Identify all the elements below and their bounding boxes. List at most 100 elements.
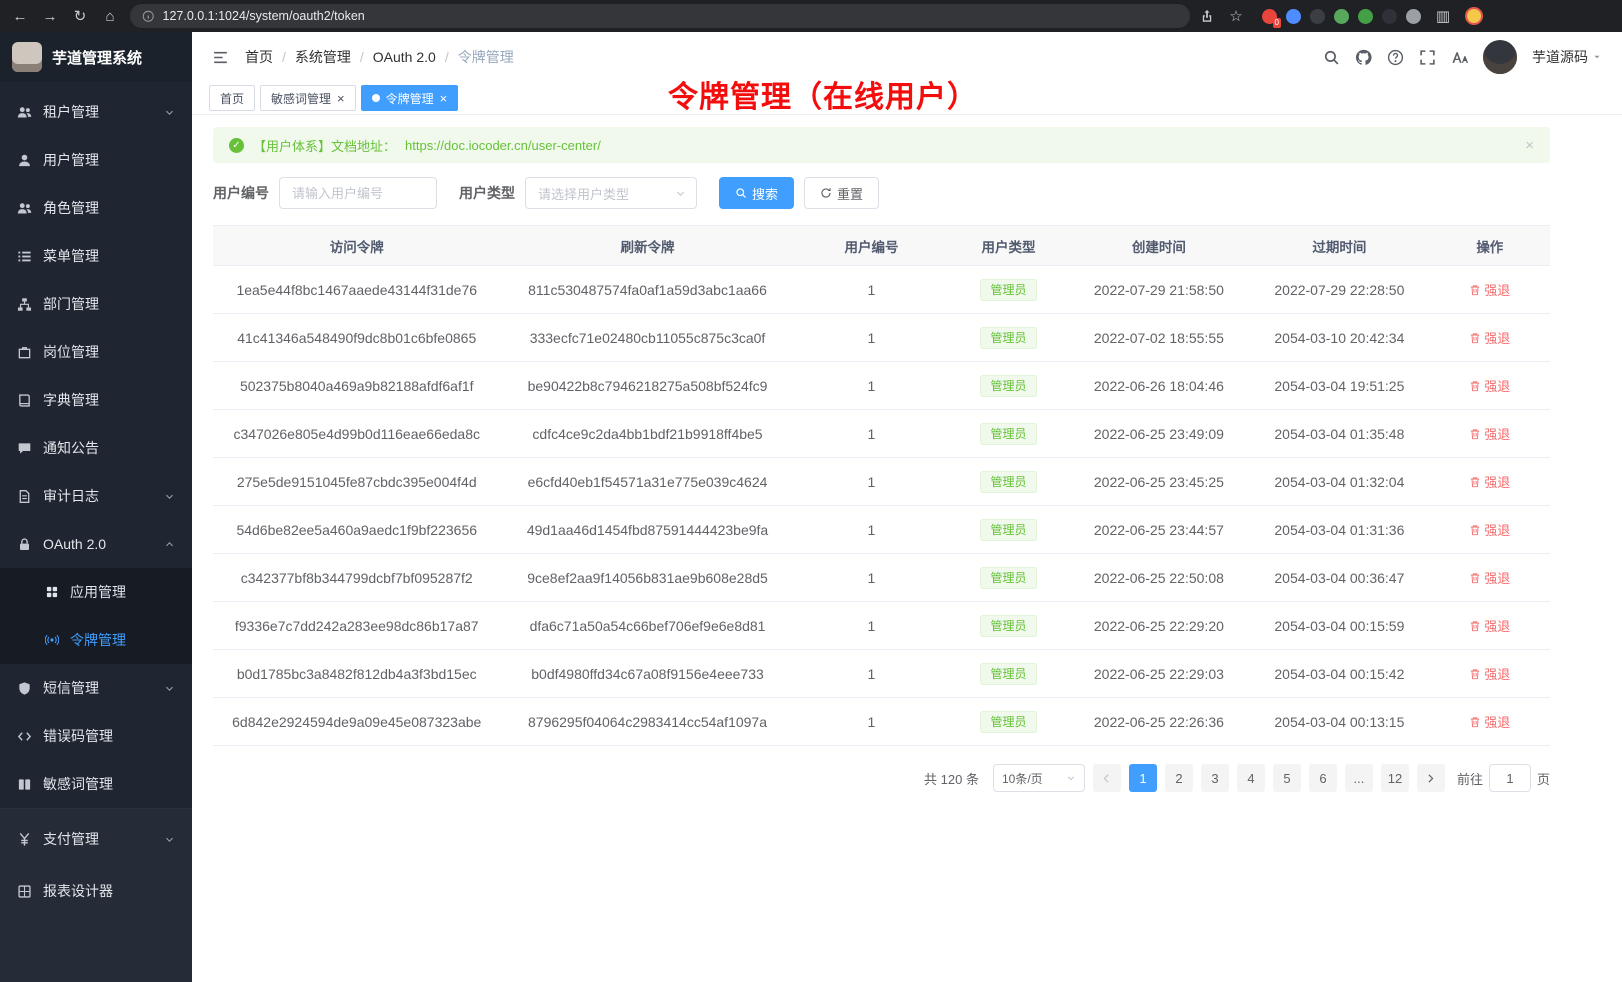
extension-icon[interactable]: [1382, 9, 1397, 24]
goto-suffix: 页: [1537, 769, 1550, 788]
sidebar-item[interactable]: 字典管理: [0, 376, 192, 424]
sidebar-item[interactable]: 角色管理: [0, 184, 192, 232]
reset-button[interactable]: 重置: [804, 177, 879, 209]
force-logout-button[interactable]: 强退: [1469, 472, 1510, 491]
goto-page-input[interactable]: [1489, 764, 1531, 792]
logo-avatar: [12, 42, 42, 72]
tab-active[interactable]: 令牌管理×: [361, 85, 459, 111]
sidebar-item[interactable]: 敏感词管理: [0, 760, 192, 808]
sidebar-item[interactable]: 岗位管理: [0, 328, 192, 376]
cell-actions: 强退: [1430, 698, 1550, 746]
sidebar-item[interactable]: 部门管理: [0, 280, 192, 328]
user-type-select[interactable]: 请选择用户类型: [525, 177, 697, 209]
user-avatar[interactable]: [1483, 40, 1517, 74]
user-menu[interactable]: 芋道源码: [1532, 47, 1602, 67]
pagination-page-button[interactable]: 5: [1273, 764, 1301, 792]
help-icon[interactable]: [1387, 49, 1404, 66]
bookmark-star-icon[interactable]: ☆: [1226, 6, 1246, 26]
sidebar-item[interactable]: 用户管理: [0, 136, 192, 184]
breadcrumb-item[interactable]: 令牌管理: [458, 47, 514, 67]
extension-icon[interactable]: [1310, 9, 1325, 24]
font-size-icon[interactable]: [1451, 49, 1468, 66]
force-logout-button[interactable]: 强退: [1469, 568, 1510, 587]
forward-icon[interactable]: →: [40, 6, 60, 26]
info-icon[interactable]: [142, 10, 155, 23]
extension-icon[interactable]: [1358, 9, 1373, 24]
pagination-more-button[interactable]: ...: [1345, 764, 1373, 792]
extension-icon[interactable]: [1334, 9, 1349, 24]
force-logout-button[interactable]: 强退: [1469, 520, 1510, 539]
search-button[interactable]: 搜索: [719, 177, 794, 209]
cell-user-type: 管理员: [948, 554, 1068, 602]
force-logout-button[interactable]: 强退: [1469, 616, 1510, 635]
sidebar-item[interactable]: 菜单管理: [0, 232, 192, 280]
tab-item[interactable]: 敏感词管理×: [260, 85, 356, 111]
sidebar-toggle-icon[interactable]: ▥: [1433, 6, 1453, 26]
pagination-page-button[interactable]: 3: [1201, 764, 1229, 792]
pagination-page-button[interactable]: 4: [1237, 764, 1265, 792]
force-logout-button[interactable]: 强退: [1469, 328, 1510, 347]
sidebar-item-label: 菜单管理: [43, 246, 99, 266]
pagination-page-button[interactable]: 6: [1309, 764, 1337, 792]
home-icon[interactable]: ⌂: [100, 6, 120, 26]
force-logout-button[interactable]: 强退: [1469, 376, 1510, 395]
reload-icon[interactable]: ↻: [70, 6, 90, 26]
extension-icon[interactable]: 0: [1262, 9, 1277, 24]
alert-close-icon[interactable]: ×: [1525, 137, 1534, 154]
next-page-button[interactable]: [1417, 764, 1445, 792]
sidebar-item[interactable]: 错误码管理: [0, 712, 192, 760]
force-logout-button[interactable]: 强退: [1469, 424, 1510, 443]
pagination-page-button[interactable]: 2: [1165, 764, 1193, 792]
fullscreen-icon[interactable]: [1419, 49, 1436, 66]
cell-access-token: b0d1785bc3a8482f812db4a3f3bd15ec: [213, 650, 500, 698]
tab-item[interactable]: 首页: [209, 85, 255, 111]
close-icon[interactable]: ×: [440, 92, 448, 105]
github-icon[interactable]: [1355, 49, 1372, 66]
force-logout-button[interactable]: 强退: [1469, 280, 1510, 299]
breadcrumb-item[interactable]: OAuth 2.0: [373, 49, 436, 65]
sidebar-item[interactable]: 租户管理: [0, 88, 192, 136]
force-logout-button[interactable]: 强退: [1469, 712, 1510, 731]
sidebar-subitem[interactable]: 令牌管理: [0, 616, 192, 664]
app-logo[interactable]: 芋道管理系统: [0, 32, 192, 82]
sidebar-item[interactable]: 通知公告: [0, 424, 192, 472]
sidebar-item[interactable]: 支付管理: [0, 813, 192, 865]
sidebar-item[interactable]: 审计日志: [0, 472, 192, 520]
briefcase-icon: [17, 345, 32, 360]
cell-access-token: 6d842e2924594de9a09e45e087323abe: [213, 698, 500, 746]
pagination-page-button[interactable]: 1: [1129, 764, 1157, 792]
extension-icon[interactable]: [1406, 9, 1421, 24]
pagination-page-button[interactable]: 12: [1381, 764, 1409, 792]
close-icon[interactable]: ×: [337, 92, 345, 105]
cell-expire-time: 2054-03-04 00:15:42: [1249, 650, 1429, 698]
sidebar-item[interactable]: 报表设计器: [0, 865, 192, 917]
cell-user-type: 管理员: [948, 362, 1068, 410]
sidebar-subitem[interactable]: 应用管理: [0, 568, 192, 616]
extension-icon[interactable]: [1286, 9, 1301, 24]
share-icon[interactable]: [1200, 9, 1214, 23]
cell-access-token: 1ea5e44f8bc1467aaede43144f31de76: [213, 266, 500, 314]
user-type-badge: 管理员: [980, 375, 1036, 397]
prev-page-button[interactable]: [1093, 764, 1121, 792]
force-logout-label: 强退: [1484, 616, 1510, 635]
column-header: 操作: [1430, 226, 1550, 266]
browser-profile-avatar[interactable]: [1465, 7, 1483, 25]
force-logout-button[interactable]: 强退: [1469, 664, 1510, 683]
breadcrumb-item[interactable]: 首页: [245, 47, 273, 67]
address-bar[interactable]: 127.0.0.1:1024/system/oauth2/token: [130, 4, 1190, 28]
page-size-select[interactable]: 10条/页: [993, 764, 1085, 792]
table-row: 41c41346a548490f9dc8b01c6bfe0865333ecfc7…: [213, 314, 1550, 362]
cell-refresh-token: 9ce8ef2aa9f14056b831ae9b608e28d5: [500, 554, 794, 602]
doc-link[interactable]: https://doc.iocoder.cn/user-center/: [405, 138, 601, 153]
menu-fold-icon[interactable]: [212, 49, 229, 66]
sidebar-item[interactable]: OAuth 2.0: [0, 520, 192, 568]
force-logout-label: 强退: [1484, 568, 1510, 587]
user-type-badge: 管理员: [980, 327, 1036, 349]
back-icon[interactable]: ←: [10, 6, 30, 26]
user-id-input[interactable]: [279, 177, 437, 209]
breadcrumb-item[interactable]: 系统管理: [295, 47, 351, 67]
sidebar-item[interactable]: 短信管理: [0, 664, 192, 712]
search-icon[interactable]: [1323, 49, 1340, 66]
shield-icon: [17, 681, 32, 696]
chevron-down-icon: [164, 683, 175, 694]
